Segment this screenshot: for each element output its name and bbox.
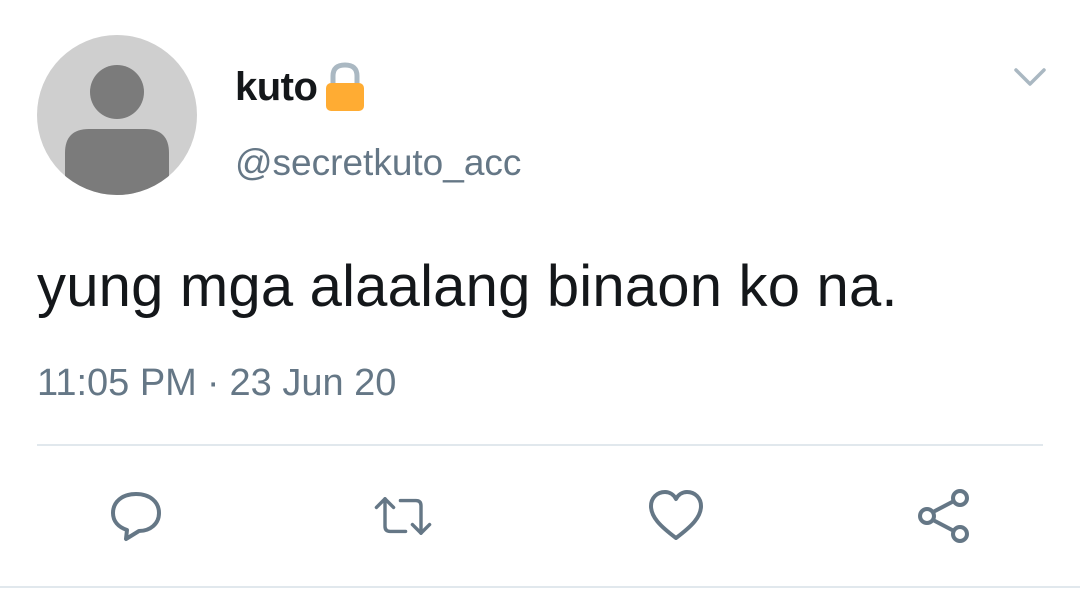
tweet-text: yung mga alaalang binaon ko na. bbox=[37, 254, 898, 319]
bottom-border bbox=[0, 586, 1080, 609]
retweet-icon bbox=[374, 497, 432, 535]
timestamp[interactable]: 11:05 PM · 23 Jun 20 bbox=[37, 362, 396, 405]
tweet-time: 11:05 PM bbox=[37, 362, 197, 404]
divider bbox=[37, 444, 1043, 446]
share-button[interactable] bbox=[914, 486, 974, 546]
lock-icon bbox=[323, 62, 367, 112]
heart-icon bbox=[649, 490, 703, 540]
display-name[interactable]: kuto bbox=[235, 65, 318, 110]
timestamp-separator: · bbox=[206, 362, 220, 404]
user-handle[interactable]: @secretkuto_acc bbox=[235, 142, 521, 184]
avatar[interactable] bbox=[37, 35, 197, 195]
display-name-row[interactable]: kuto bbox=[235, 62, 367, 112]
default-profile-icon bbox=[65, 65, 169, 195]
reply-button[interactable] bbox=[106, 486, 166, 546]
retweet-button[interactable] bbox=[373, 486, 433, 546]
share-icon bbox=[918, 489, 969, 543]
tweet-date: 23 Jun 20 bbox=[229, 362, 397, 404]
like-button[interactable] bbox=[646, 486, 706, 546]
reply-icon bbox=[111, 492, 161, 541]
chevron-down-icon[interactable] bbox=[1010, 62, 1050, 92]
